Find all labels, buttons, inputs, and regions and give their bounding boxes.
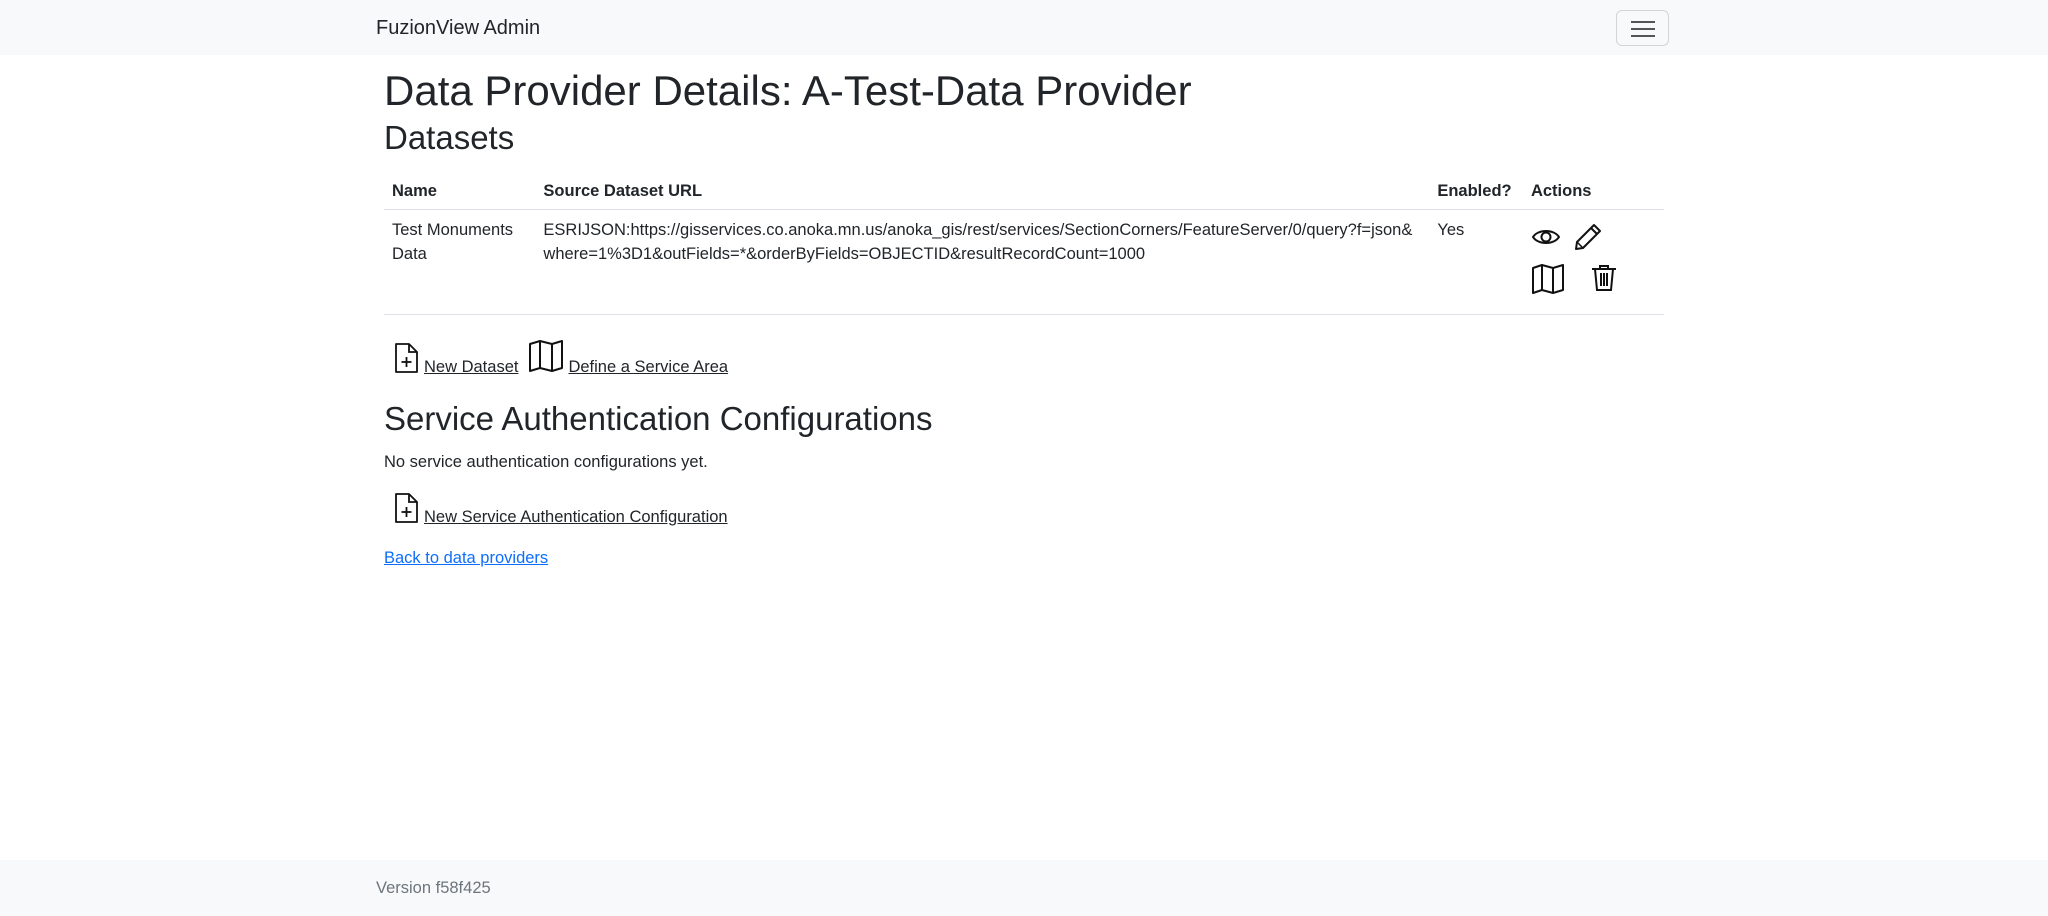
navbar-brand[interactable]: FuzionView Admin (376, 14, 540, 42)
dataset-enabled-cell: Yes (1429, 209, 1523, 315)
file-plus-icon (392, 342, 420, 379)
navbar-toggler-button[interactable] (1616, 10, 1669, 46)
dataset-name-cell: Test Monuments Data (384, 209, 536, 315)
pencil-icon (1574, 224, 1601, 250)
new-service-auth-config-link[interactable]: New Service Authentication Configuration (424, 505, 728, 529)
delete-dataset-button[interactable] (1589, 258, 1631, 298)
back-to-data-providers-link[interactable]: Back to data providers (384, 546, 548, 570)
table-row: Test Monuments Data ESRIJSON:https://gis… (384, 209, 1664, 315)
datasets-table: Name Source Dataset URL Enabled? Actions… (384, 168, 1664, 315)
datasets-heading: Datasets (384, 119, 515, 156)
map-icon (528, 338, 564, 379)
service-auth-links-row: New Service Authentication Configuration (384, 492, 728, 529)
view-dataset-button[interactable] (1531, 218, 1573, 258)
version-text: Version f58f425 (376, 879, 491, 897)
trash-icon (1591, 265, 1616, 291)
dataset-links-row: New Dataset Define a Service Area (384, 338, 728, 379)
dataset-url-cell: ESRIJSON:https://gisservices.co.anoka.mn… (535, 209, 1430, 315)
page-title: Data Provider Details: A-Test-Data Provi… (384, 67, 1192, 114)
define-service-area-link[interactable]: Define a Service Area (568, 355, 728, 379)
column-header-enabled: Enabled? (1429, 168, 1523, 210)
file-plus-icon (392, 492, 420, 529)
column-header-name: Name (384, 168, 536, 210)
map-icon (1531, 264, 1564, 294)
navbar: FuzionView Admin (0, 0, 2048, 55)
table-header-row: Name Source Dataset URL Enabled? Actions (384, 168, 1664, 210)
service-auth-empty-message: No service authentication configurations… (384, 453, 708, 471)
edit-dataset-button[interactable] (1573, 218, 1615, 258)
column-header-url: Source Dataset URL (535, 168, 1430, 210)
eye-icon (1531, 230, 1561, 244)
footer: Version f58f425 (0, 860, 2048, 916)
new-dataset-link[interactable]: New Dataset (424, 355, 518, 379)
hamburger-icon (1631, 21, 1655, 37)
column-header-actions: Actions (1522, 168, 1664, 210)
dataset-map-button[interactable] (1531, 258, 1573, 298)
dataset-actions-cell (1522, 209, 1664, 315)
service-auth-heading: Service Authentication Configurations (384, 400, 933, 437)
